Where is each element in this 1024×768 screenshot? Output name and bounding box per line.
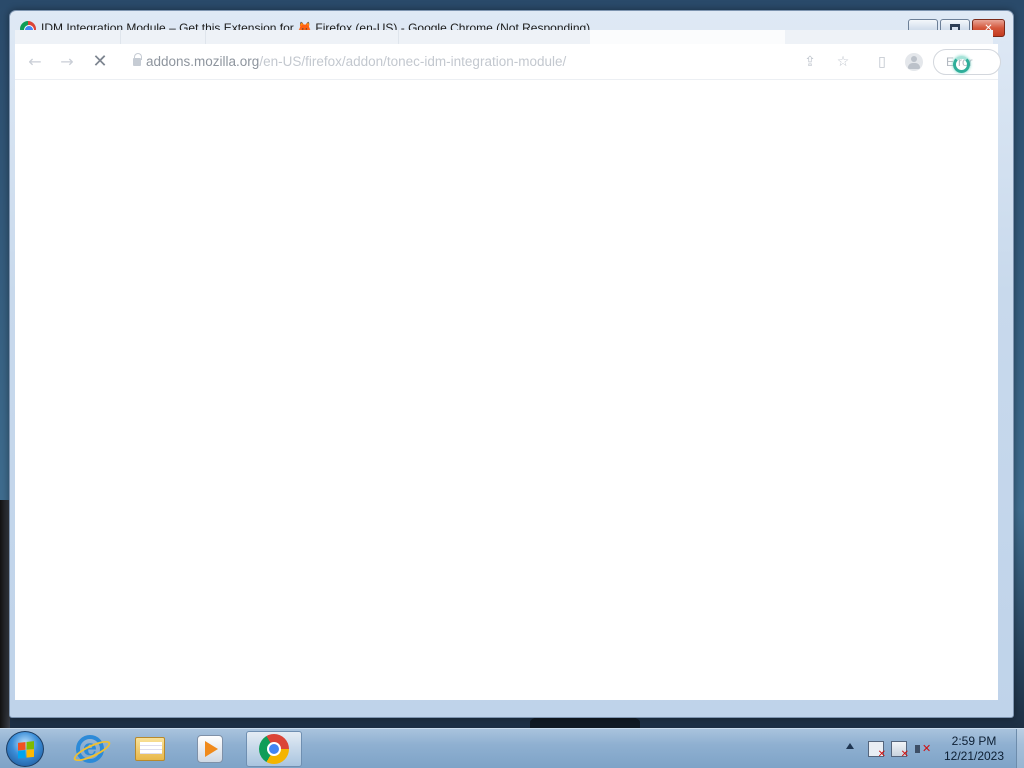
forward-arrow-icon[interactable]: → [57,52,77,72]
tab-ghost[interactable] [205,30,206,44]
address-host: addons.mozilla.org [146,54,260,69]
tab-ghost[interactable] [120,30,121,44]
taskbar-google-chrome[interactable] [246,731,302,767]
browser-toolbar: ← → ✕ addons.mozilla.org/en-US/firefox/a… [15,44,1001,80]
folder-icon [135,737,165,761]
internet-explorer-icon: e [76,735,104,763]
side-panel-icon[interactable]: ▯ [874,54,890,70]
lock-icon[interactable] [133,53,142,66]
profile-avatar-icon[interactable] [905,53,923,71]
address-bar[interactable]: addons.mozilla.org/en-US/firefox/addon/t… [146,54,566,69]
show-hidden-icons-icon[interactable] [846,743,854,749]
tab-strip [15,30,993,44]
back-arrow-icon[interactable]: ← [25,52,45,72]
action-center-flag-icon[interactable] [868,741,886,760]
system-clock[interactable]: 2:59 PM 12/21/2023 [934,734,1014,764]
chrome-logo-icon [259,734,289,764]
windows-logo-icon [18,741,34,759]
share-icon[interactable]: ⇪ [802,54,818,70]
taskbar: e 2:59 PM 12/21/2023 [0,728,1024,768]
clock-time: 2:59 PM [951,734,997,748]
start-button[interactable] [6,731,44,767]
browser-viewport: ← → ✕ addons.mozilla.org/en-US/firefox/a… [15,44,1001,700]
tab-ghost[interactable] [398,30,399,44]
network-icon[interactable] [891,741,909,760]
clock-date: 12/21/2023 [943,749,1005,763]
tab-active[interactable] [590,30,785,44]
bookmark-star-icon[interactable]: ☆ [835,54,851,70]
busy-cursor-icon [953,56,970,73]
taskbar-media-player[interactable] [182,731,238,767]
volume-muted-icon[interactable] [915,741,931,757]
show-desktop-button[interactable] [1016,729,1024,768]
stop-x-icon[interactable]: ✕ [90,52,110,72]
taskbar-internet-explorer[interactable]: e [62,731,118,767]
taskbar-windows-explorer[interactable] [122,731,178,767]
address-path: /en-US/firefox/addon/tonec-idm-integrati… [259,54,567,69]
media-player-icon [197,735,223,763]
